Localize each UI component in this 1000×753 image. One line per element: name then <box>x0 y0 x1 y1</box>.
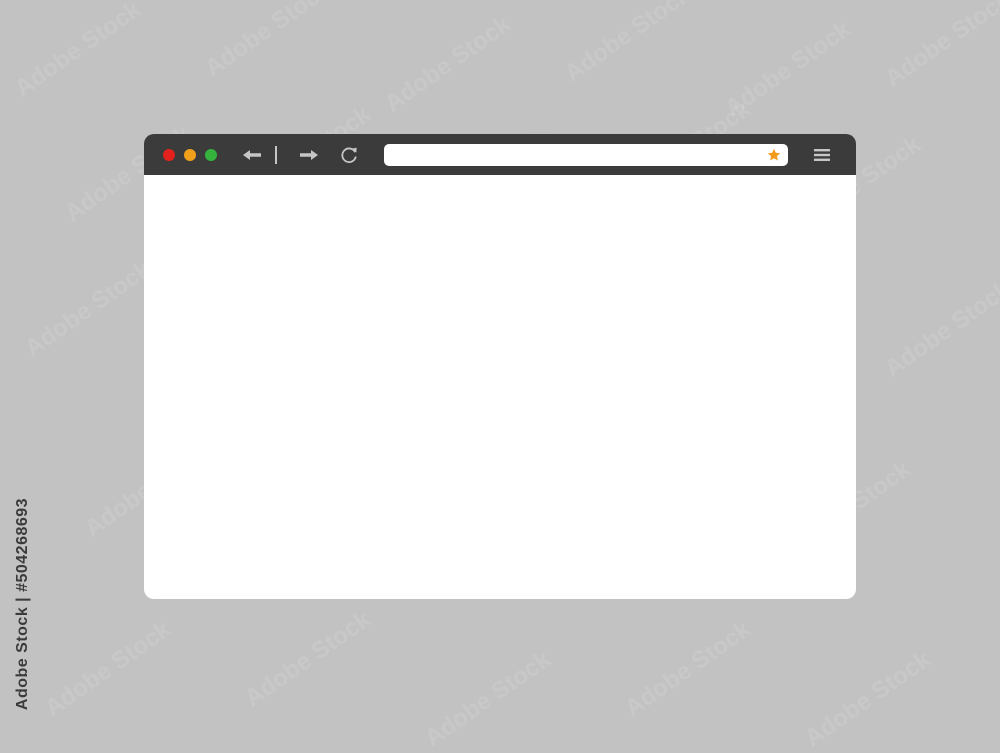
arrow-right-icon[interactable] <box>298 144 320 166</box>
nav-separator <box>275 146 277 164</box>
close-dot-icon[interactable] <box>163 149 175 161</box>
stock-id-text: Adobe Stock | #504268693 <box>14 497 32 711</box>
browser-window <box>144 134 856 599</box>
minimize-dot-icon[interactable] <box>184 149 196 161</box>
address-bar-input[interactable] <box>384 144 788 166</box>
star-icon[interactable] <box>767 148 781 162</box>
reload-icon[interactable] <box>338 144 360 166</box>
browser-toolbar <box>144 134 856 175</box>
stock-id-label: Adobe Stock | #504268693 <box>8 490 38 718</box>
arrow-left-icon[interactable] <box>241 144 263 166</box>
browser-content-area <box>144 175 856 599</box>
maximize-dot-icon[interactable] <box>205 149 217 161</box>
hamburger-menu-icon[interactable] <box>812 146 832 164</box>
